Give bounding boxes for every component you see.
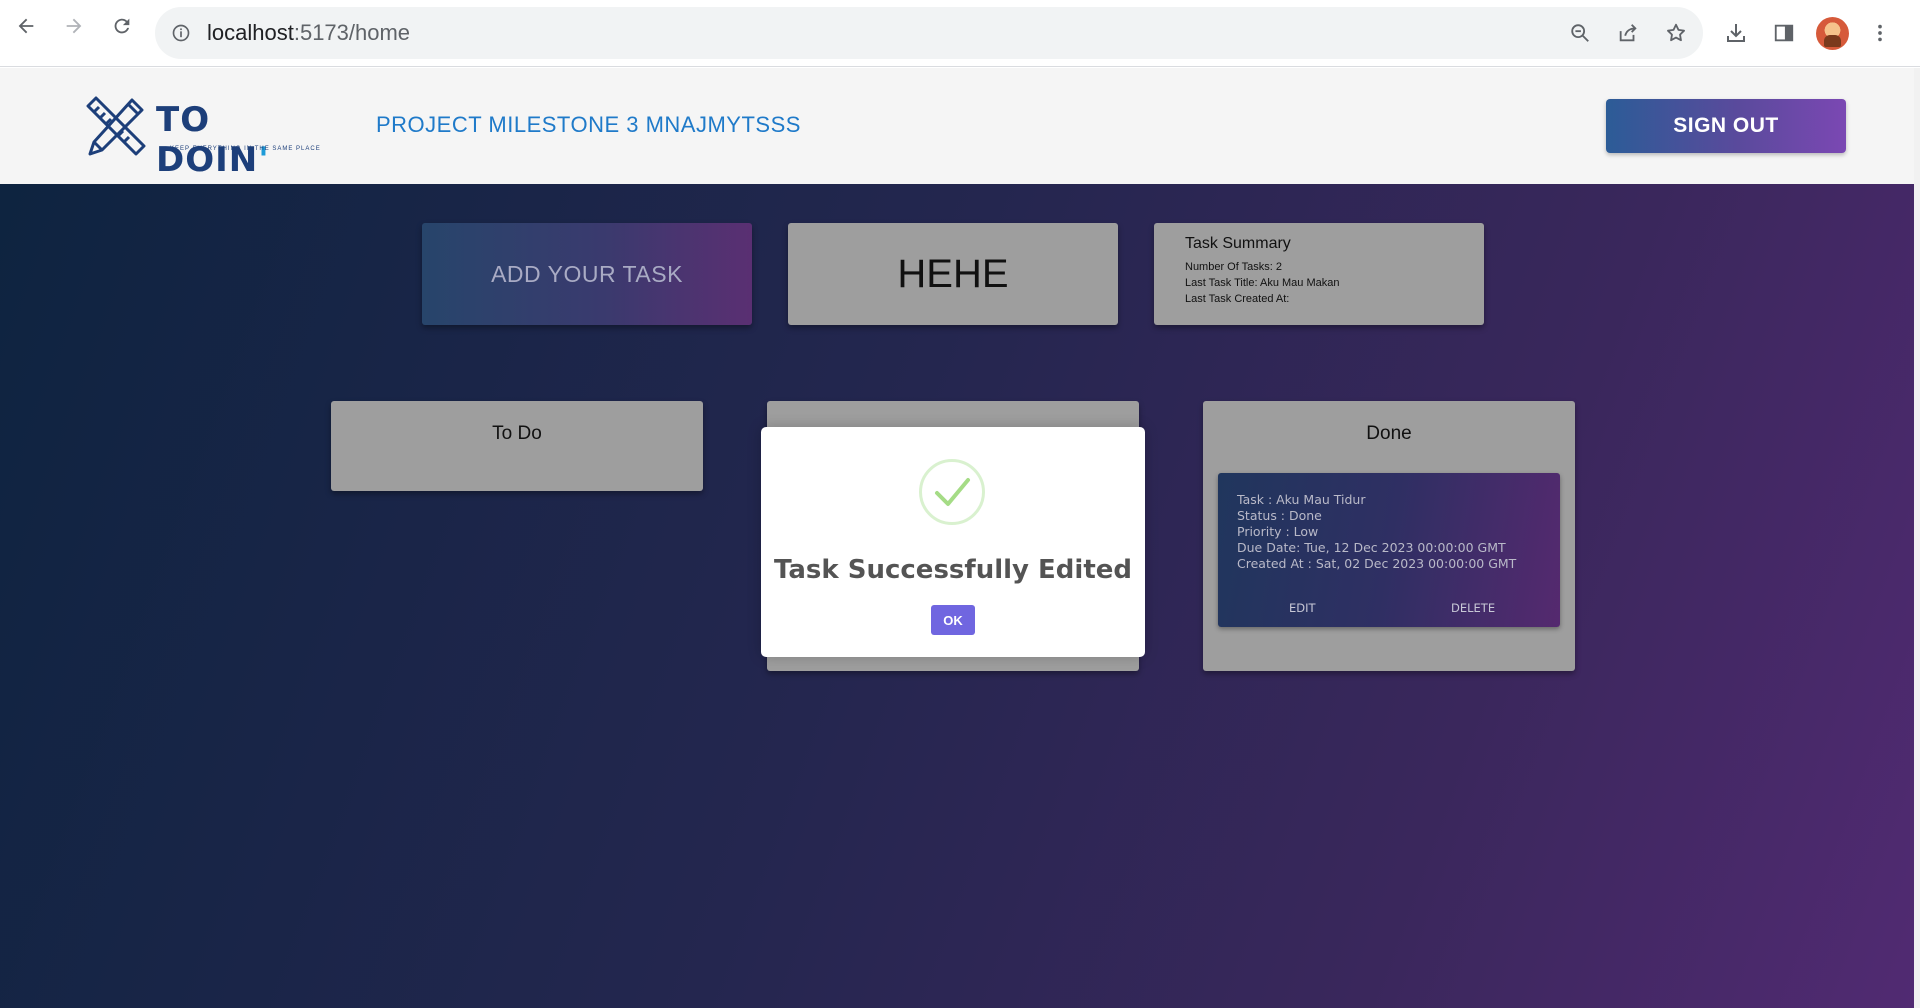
task-summary-card: Task Summary Number Of Tasks: 2 Last Tas…	[1154, 223, 1484, 325]
bookmark-star-icon[interactable]	[1664, 21, 1688, 45]
todo-column: To Do	[331, 401, 703, 491]
browser-toolbar: localhost:5173/home	[0, 0, 1920, 67]
done-column: Done Task : Aku Mau Tidur Status : Done …	[1203, 401, 1575, 671]
success-dialog: Task Successfully Edited OK	[761, 427, 1145, 657]
share-icon[interactable]	[1616, 21, 1640, 45]
dialog-title: Task Successfully Edited	[774, 555, 1132, 585]
summary-line: Number Of Tasks: 2	[1185, 261, 1282, 273]
task-status-line: Status : Done	[1237, 508, 1322, 523]
success-check-icon	[919, 459, 985, 525]
logo-tagline: KEEP EVERYTHING IN THE SAME PLACE	[170, 146, 321, 152]
download-icon[interactable]	[1724, 21, 1748, 45]
todo-column-title: To Do	[492, 423, 542, 444]
done-column-title: Done	[1366, 423, 1412, 444]
forward-arrow-icon[interactable]	[62, 14, 86, 38]
project-title: PROJECT MILESTONE 3 MNAJMYTSSS	[376, 112, 801, 137]
hehe-card: HEHE	[788, 223, 1118, 325]
ok-button[interactable]: OK	[931, 605, 975, 635]
task-actions: EDIT DELETE	[1218, 601, 1560, 617]
zoom-icon[interactable]	[1568, 21, 1592, 45]
url-text: localhost:5173/home	[207, 20, 410, 46]
site-info-icon[interactable]	[169, 21, 193, 45]
profile-avatar[interactable]	[1816, 17, 1849, 50]
task-priority-line: Priority : Low	[1237, 524, 1319, 539]
logo-text: TO DOIN	[156, 100, 259, 180]
add-task-button[interactable]: ADD YOUR TASK	[422, 223, 752, 325]
logo-wordmark: TO DOIN'	[156, 100, 312, 180]
page-scrollbar[interactable]	[1914, 68, 1920, 1008]
pencil-ruler-logo-icon	[86, 96, 146, 156]
task-card: Task : Aku Mau Tidur Status : Done Prior…	[1218, 473, 1560, 627]
task-title-line: Task : Aku Mau Tidur	[1237, 492, 1366, 507]
url-host: localhost	[207, 20, 294, 45]
app-logo[interactable]: TO DOIN' KEEP EVERYTHING IN THE SAME PLA…	[82, 94, 320, 180]
task-summary-title: Task Summary	[1185, 235, 1291, 252]
reload-icon[interactable]	[110, 14, 134, 38]
more-menu-icon[interactable]	[1868, 21, 1892, 45]
sign-out-button[interactable]: SIGN OUT	[1606, 99, 1846, 153]
edit-task-button[interactable]: EDIT	[1289, 601, 1316, 615]
summary-line: Last Task Created At:	[1185, 293, 1290, 305]
address-bar[interactable]: localhost:5173/home	[155, 7, 1703, 59]
url-path: :5173/home	[293, 20, 411, 45]
delete-task-button[interactable]: DELETE	[1451, 601, 1495, 615]
summary-line: Last Task Title: Aku Mau Makan	[1185, 277, 1340, 289]
side-panel-icon[interactable]	[1772, 21, 1796, 45]
back-arrow-icon[interactable]	[14, 14, 38, 38]
app-header: TO DOIN' KEEP EVERYTHING IN THE SAME PLA…	[0, 68, 1914, 184]
task-created-at-line: Created At : Sat, 02 Dec 2023 00:00:00 G…	[1237, 556, 1517, 571]
task-due-date-line: Due Date: Tue, 12 Dec 2023 00:00:00 GMT	[1237, 540, 1506, 555]
